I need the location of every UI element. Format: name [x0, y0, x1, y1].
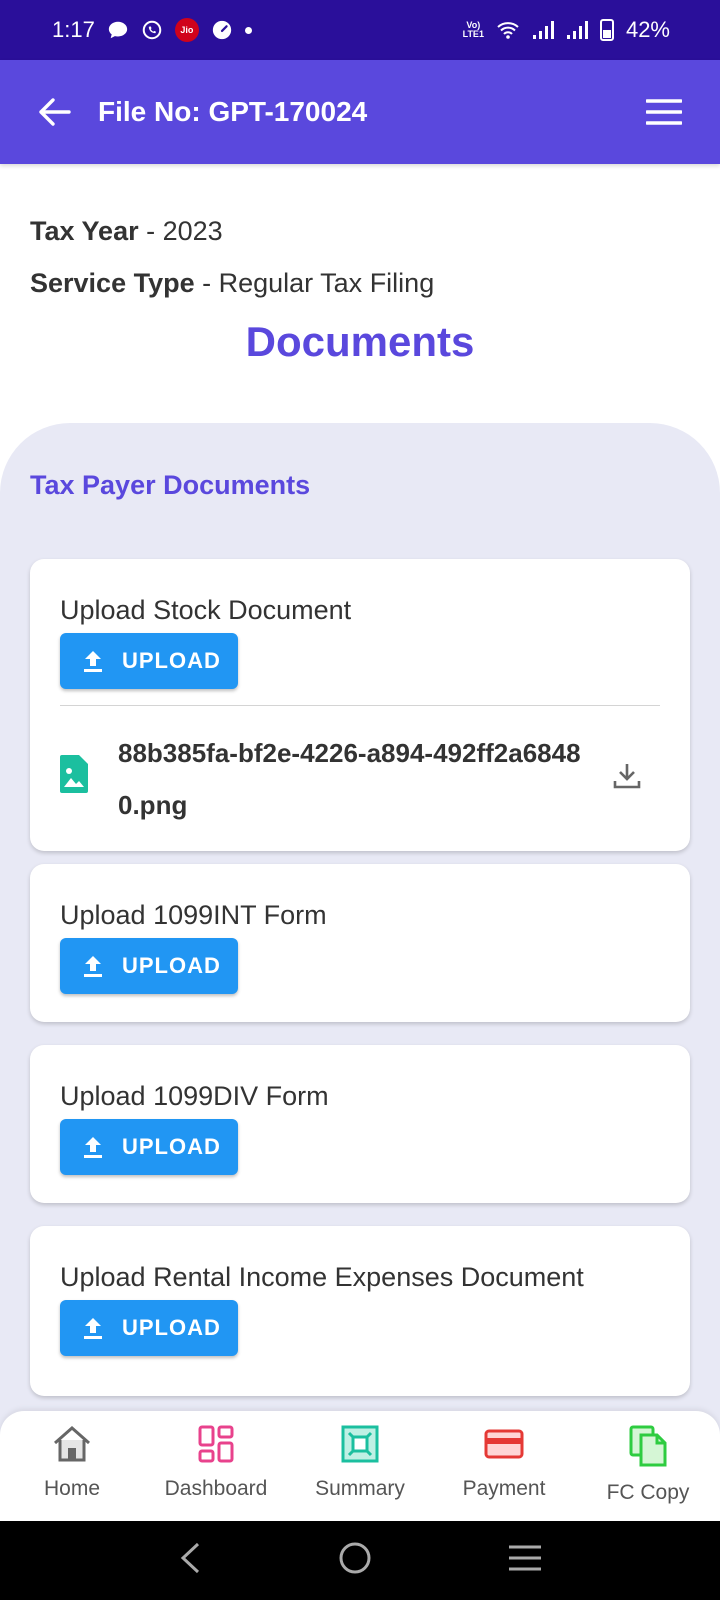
card-title: Upload Rental Income Expenses Document [60, 1262, 584, 1292]
document-card-1099div: Upload 1099DIV Form UPLOAD [30, 1045, 690, 1203]
panel-title: Tax Payer Documents [30, 470, 311, 500]
notification-dot-icon [244, 26, 252, 34]
app-bar: File No: GPT-170024 [0, 60, 720, 164]
download-icon [613, 764, 641, 789]
uploaded-file-row[interactable]: 88b385fa-bf2e-4226-a894-492ff2a68480.png [60, 715, 660, 839]
circle-home-icon [339, 1542, 371, 1574]
service-type-line: Service Type - Regular Tax Filing [30, 257, 690, 309]
message-icon [107, 19, 129, 41]
upload-label: UPLOAD [122, 648, 221, 673]
jio-icon: Jio [174, 18, 199, 42]
nav-label: Summary [315, 1477, 405, 1500]
image-file-icon [60, 755, 88, 793]
tax-year-label: Tax Year [30, 216, 139, 246]
copy-icon [629, 1425, 667, 1467]
upload-icon [84, 956, 102, 977]
nav-fc-copy[interactable]: FC Copy [578, 1425, 718, 1505]
nav-label: FC Copy [606, 1481, 690, 1504]
documents-panel[interactable]: Tax Payer Documents Upload Stock Documen… [0, 423, 720, 1523]
menu-button[interactable] [644, 92, 684, 132]
file-name[interactable]: 88b385fa-bf2e-4226-a894-492ff2a68480.png [118, 727, 598, 831]
upload-button[interactable]: UPLOAD [60, 633, 238, 689]
system-recents-button[interactable] [508, 1544, 542, 1577]
speed-icon [211, 19, 233, 41]
nav-dashboard[interactable]: Dashboard [146, 1425, 286, 1501]
nav-home[interactable]: Home [2, 1425, 142, 1501]
arrow-left-icon [39, 98, 71, 126]
upload-icon [84, 1318, 102, 1339]
service-type-label: Service Type [30, 268, 195, 298]
document-card-stock: Upload Stock Document UPLOAD 88b385fa-bf… [30, 559, 690, 851]
wifi-icon [496, 20, 520, 40]
upload-label: UPLOAD [122, 953, 221, 978]
recents-lines-icon [509, 1545, 541, 1571]
upload-button[interactable]: UPLOAD [60, 938, 238, 994]
nav-label: Home [43, 1477, 101, 1500]
service-type-value: - Regular Tax Filing [194, 268, 435, 298]
document-card-1099int: Upload 1099INT Form UPLOAD [30, 864, 690, 1022]
tax-year-value: - 2023 [138, 216, 223, 246]
summary-icon [341, 1425, 379, 1463]
upload-label: UPLOAD [122, 1134, 221, 1159]
back-button[interactable] [36, 94, 72, 130]
nav-payment[interactable]: Payment [434, 1425, 574, 1501]
card-title: Upload Stock Document [60, 595, 352, 625]
system-navigation-bar [0, 1521, 720, 1600]
card-title: Upload 1099DIV Form [60, 1081, 329, 1111]
whatsapp-icon [141, 19, 163, 41]
nav-label: Dashboard [164, 1477, 268, 1500]
card-title: Upload 1099INT Form [60, 900, 327, 930]
battery-percent: 42% [625, 17, 670, 42]
upload-button[interactable]: UPLOAD [60, 1119, 238, 1175]
download-button[interactable] [612, 761, 642, 796]
upload-icon [84, 1137, 102, 1158]
system-back-button[interactable] [178, 1541, 202, 1580]
upload-button[interactable]: UPLOAD [60, 1300, 238, 1356]
dashboard-icon [198, 1425, 234, 1463]
page-title: Documents [245, 318, 475, 365]
upload-icon [84, 651, 102, 672]
tax-year-line: Tax Year - 2023 [30, 205, 690, 257]
status-left: 1:17 Jio [52, 17, 252, 43]
nav-summary[interactable]: Summary [290, 1425, 430, 1501]
system-home-button[interactable] [338, 1541, 372, 1580]
divider [60, 705, 660, 706]
document-card-rental: Upload Rental Income Expenses Document U… [30, 1226, 690, 1396]
status-right: Vo) LTE1 42% [463, 17, 670, 43]
signal-2-icon [566, 20, 588, 40]
payment-card-icon [484, 1429, 524, 1459]
status-bar: 1:17 Jio Vo) LTE1 42% [0, 0, 720, 60]
hamburger-menu-icon [646, 99, 682, 125]
home-icon [54, 1425, 90, 1462]
file-info: Tax Year - 2023 Service Type - Regular T… [30, 205, 690, 309]
nav-label: Payment [462, 1477, 546, 1500]
battery-icon [599, 19, 614, 41]
bottom-navigation: Home Dashboard Summary Payment FC Copy [0, 1411, 720, 1521]
signal-1-icon [532, 20, 554, 40]
status-time: 1:17 [52, 17, 95, 42]
app-title: File No: GPT-170024 [98, 96, 368, 127]
chevron-left-icon [180, 1542, 200, 1574]
upload-label: UPLOAD [122, 1315, 221, 1340]
volte-icon: Vo) LTE1 [462, 20, 484, 39]
